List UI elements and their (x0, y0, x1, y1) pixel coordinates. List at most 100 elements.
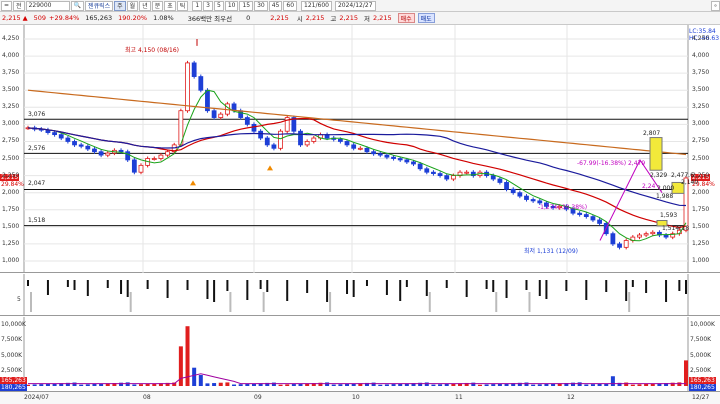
candle-body (158, 154, 164, 159)
priority-label: 최우선 (214, 15, 233, 23)
minute-button[interactable]: 60 (283, 0, 298, 11)
level-label: 2,576 (28, 145, 46, 152)
candle-body (610, 233, 616, 245)
settings-icon[interactable] (711, 0, 720, 11)
candle-body (517, 192, 523, 197)
time-label: 10 (352, 394, 360, 401)
volume-bar (225, 382, 230, 386)
volume-bar (338, 384, 343, 386)
indicator-bar (326, 280, 329, 302)
indicator-axis-label: 5 (17, 296, 21, 303)
price-tick-left: 1,750 (2, 205, 20, 213)
highlight-box-top (649, 137, 663, 171)
candle-body (524, 195, 529, 200)
indicator-gray-bar (30, 292, 32, 312)
candle-body (238, 110, 244, 118)
mode-button[interactable]: 전 (13, 0, 25, 11)
volume-pane[interactable] (0, 317, 720, 392)
price-tick-left: 4,250 (2, 35, 20, 42)
low-value: 2,215 (372, 14, 392, 22)
volume-bar (624, 382, 629, 386)
indicator-bar (166, 280, 169, 298)
indicator-bar (492, 280, 495, 292)
candle-body (590, 216, 596, 221)
stock-code-input[interactable]: 229000 (25, 0, 70, 11)
period-button[interactable]: 틱 (176, 0, 189, 11)
minute-button[interactable]: 1 (192, 0, 203, 11)
minute-button[interactable]: 30 (254, 0, 268, 11)
volume-bar (238, 384, 243, 386)
indicator-bar (585, 280, 588, 300)
period-button[interactable]: 년 (139, 0, 151, 11)
low-annotation: 최저 1,131 (12/09) (524, 248, 579, 255)
indicator-bar (505, 280, 508, 298)
candle-body (264, 137, 270, 146)
candle-body (78, 144, 84, 147)
indicator-bar (631, 280, 634, 287)
minute-button[interactable]: 10 (224, 0, 239, 11)
price-tick-right: 1,750 (692, 205, 710, 213)
menu-button[interactable]: = (1, 0, 13, 11)
price-tick-left: 1,250 (2, 239, 20, 247)
count-input[interactable]: 121/600 (301, 0, 332, 11)
indicator-bar (352, 280, 355, 297)
volume-bar (644, 383, 649, 386)
candle-body (377, 153, 383, 156)
search-icon[interactable]: 🔍 (70, 0, 85, 11)
candle-body (444, 175, 450, 180)
indicator-bar (126, 280, 129, 297)
minute-button[interactable]: 5 (213, 0, 224, 11)
period-button[interactable]: 분 (151, 0, 164, 11)
right-vol-tag-1: 165,263 (689, 377, 716, 384)
price-pane[interactable] (0, 25, 720, 273)
volume-bar (245, 383, 250, 386)
minute-button[interactable]: 45 (268, 0, 283, 11)
indicator-bar (678, 280, 681, 291)
price-tick-right: 4,000 (692, 52, 710, 60)
indicator-gray-bar (495, 292, 498, 312)
candle-body (344, 141, 350, 146)
date-input[interactable]: 2024/12/27 (334, 0, 376, 11)
indicator-gray-bar (528, 292, 531, 312)
volume-bar (438, 384, 443, 386)
candle-body (384, 154, 390, 158)
period-button[interactable]: 주 (114, 0, 126, 11)
candle-body (617, 243, 622, 248)
indicator-chart-svg (23, 274, 689, 316)
high-value: 2,215 (339, 14, 358, 22)
level-label: 1,518 (28, 217, 46, 224)
minute-button[interactable]: 3 (203, 0, 213, 11)
low-label: 저 (364, 15, 370, 23)
candle-body (165, 151, 170, 156)
indicator-bar (73, 280, 76, 290)
candle-body (58, 134, 64, 139)
period-buttons: 주월년분초틱 (113, 0, 189, 11)
candle-body (504, 182, 509, 190)
candle-body (311, 137, 317, 142)
buy-button[interactable]: 매수 (397, 13, 415, 23)
volume-bar (198, 375, 203, 386)
sell-button[interactable]: 매도 (417, 13, 435, 23)
price-tick-left: 3,500 (2, 86, 20, 94)
volume-bar (205, 383, 210, 386)
volume-bar (577, 382, 582, 386)
stock-name[interactable]: 젠큐릭스 (85, 0, 114, 11)
indicator-bar (306, 280, 309, 293)
candle-body (258, 130, 264, 139)
period-button[interactable]: 월 (126, 0, 139, 11)
indicator-pane[interactable]: 5 (0, 274, 720, 316)
indicator-bar (106, 280, 109, 288)
volume-bar (278, 384, 283, 386)
candle-body (72, 141, 77, 146)
candle-body (185, 62, 190, 112)
high-annotation: 최고 4,150 (08/16) (125, 47, 180, 54)
indicator-bar (465, 280, 468, 297)
volume-bar (92, 383, 97, 386)
level-label: 2,047 (28, 180, 46, 187)
volume-bar (391, 384, 396, 386)
candle-body (118, 149, 124, 153)
period-button[interactable]: 초 (164, 0, 176, 11)
candle-body (52, 132, 57, 136)
volume-bar (212, 383, 217, 386)
minute-button[interactable]: 15 (239, 0, 254, 11)
